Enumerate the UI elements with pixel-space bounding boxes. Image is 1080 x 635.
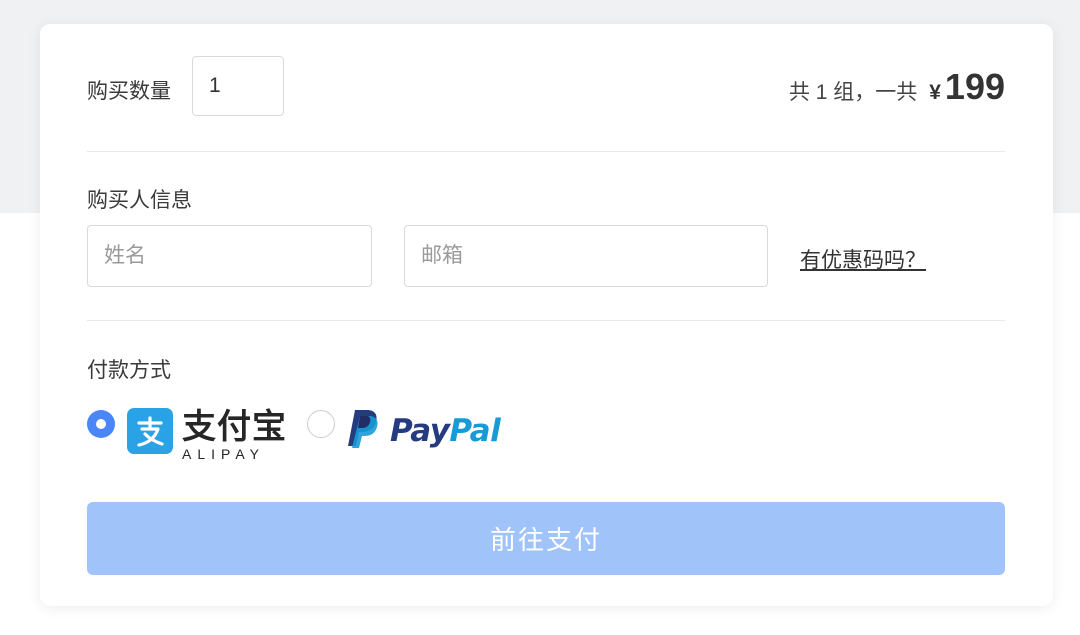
order-total: 共 1 组，一共 ¥ 199 xyxy=(789,66,1005,108)
pay-button[interactable]: 前往支付 xyxy=(87,502,1005,575)
alipay-radio[interactable] xyxy=(87,410,115,438)
total-amount: 199 xyxy=(944,66,1005,107)
alipay-icon xyxy=(127,408,173,454)
coupon-link[interactable]: 有优惠码吗？ xyxy=(800,244,926,274)
paypal-logo-pay: Pay xyxy=(390,412,450,449)
email-field[interactable] xyxy=(404,225,768,287)
paypal-logo-text: PayPal xyxy=(390,412,501,449)
currency-symbol: ¥ xyxy=(929,81,941,104)
paypal-logo-pal: Pal xyxy=(449,412,501,449)
paypal-icon xyxy=(347,408,381,453)
checkout-card: 购买数量 共 1 组，一共 ¥ 199 购买人信息 有优惠码吗？ 付款方式 支付… xyxy=(40,24,1053,606)
divider xyxy=(87,320,1005,321)
divider xyxy=(87,151,1005,152)
name-field[interactable] xyxy=(87,225,372,287)
quantity-input[interactable] xyxy=(192,56,284,116)
buyer-info-title: 购买人信息 xyxy=(87,189,192,212)
alipay-logo-en: ALIPAY xyxy=(182,446,265,462)
payment-method-title: 付款方式 xyxy=(87,359,171,382)
paypal-option[interactable]: PayPal xyxy=(347,408,501,453)
alipay-logo-cn: 支付宝 xyxy=(182,408,287,446)
total-summary: 共 1 组，一共 xyxy=(788,81,918,104)
alipay-option[interactable]: 支付宝 ALIPAY xyxy=(127,408,287,461)
quantity-label: 购买数量 xyxy=(87,80,171,103)
paypal-radio[interactable] xyxy=(307,410,335,438)
